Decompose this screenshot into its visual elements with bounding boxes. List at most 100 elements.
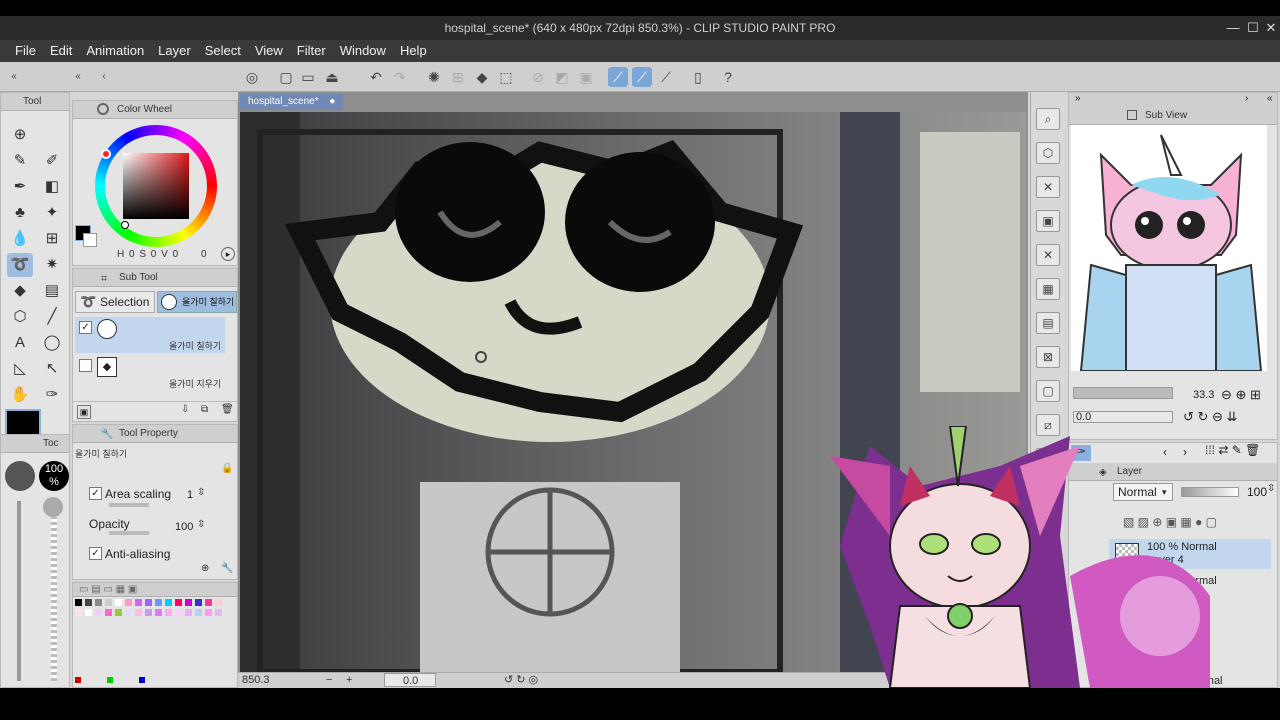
invert-selection-icon[interactable]: ◩ [552, 67, 572, 87]
clear-icon[interactable]: ✺ [424, 67, 444, 87]
area-scaling-checkbox[interactable]: ✓ [89, 487, 102, 500]
sparkle-tool-icon[interactable]: ✦ [39, 201, 65, 225]
palette-swatch[interactable] [135, 609, 142, 616]
fill-icon[interactable]: ◆ [472, 67, 492, 87]
zoom-in-icon[interactable]: + [346, 673, 352, 688]
pen-tool-icon[interactable]: ✎ [7, 149, 33, 173]
sub-tool-item-check[interactable]: ✓ [79, 321, 92, 334]
palette-swatch[interactable] [105, 599, 112, 606]
snap-ruler-icon[interactable]: ⟋ [608, 67, 628, 87]
area-scaling-value[interactable]: 1 [187, 489, 193, 501]
opacity-stepper[interactable]: ⇳ [197, 519, 205, 530]
navigator-icon[interactable]: ✕ [1036, 176, 1060, 198]
zoom-value[interactable]: 850.3 [242, 673, 270, 688]
palette-swatch[interactable] [155, 599, 162, 606]
palette-swatch[interactable] [215, 609, 222, 616]
brush-tool-icon[interactable]: ✒ [7, 175, 33, 199]
palette-swatch[interactable] [145, 599, 152, 606]
palette-swatch[interactable] [75, 599, 82, 606]
collapse-panel-icon[interactable]: « [68, 67, 88, 87]
timeline-icon[interactable]: ▢ [1036, 380, 1060, 402]
palette-swatch[interactable] [135, 599, 142, 606]
layer-search-icon[interactable]: ✕ [1036, 244, 1060, 266]
palette-swatch[interactable] [85, 609, 92, 616]
hue-ring[interactable] [95, 125, 217, 247]
palette-swatch[interactable] [205, 609, 212, 616]
eraser-tool-icon[interactable]: ◧ [39, 175, 65, 199]
eyedropper-tool-icon[interactable]: ✑ [39, 383, 65, 407]
area-scaling-slider[interactable] [109, 503, 149, 507]
opacity-value[interactable]: 100 [175, 521, 193, 533]
lasso-tool-icon[interactable]: ➰ [7, 253, 33, 277]
open-file-icon[interactable]: ▭ [298, 67, 318, 87]
material-icon[interactable]: ⬡ [1036, 142, 1060, 164]
undo-icon[interactable]: ↶ [366, 67, 386, 87]
sub-tool-settings-icon[interactable]: ▣ [77, 405, 91, 419]
help-icon[interactable]: ? [718, 67, 738, 87]
search-icon[interactable]: ⌕ [1036, 108, 1060, 130]
blend-tool-icon[interactable]: 💧 [7, 227, 33, 251]
opacity-slider-handle[interactable] [43, 497, 63, 517]
palette-swatch[interactable] [95, 609, 102, 616]
copy-icon[interactable]: ⧉ [201, 404, 208, 415]
palette-swatch[interactable] [175, 599, 182, 606]
transform-icon[interactable]: ⬚ [496, 67, 516, 87]
layer-opacity-stepper[interactable]: ⇳ [1267, 483, 1275, 494]
sub-view-zoom-value[interactable]: 33.3 [1193, 389, 1214, 401]
move-tool-icon[interactable]: ⊕ [7, 123, 33, 147]
sub-view-angle-value[interactable]: 0.0 [1073, 411, 1173, 423]
menu-filter[interactable]: Filter [290, 40, 333, 62]
deselect-icon[interactable]: ⊘ [528, 67, 548, 87]
sub-tool-item[interactable]: ◆ 올가미 지우기 [75, 355, 225, 391]
close-button[interactable]: ✕ [1260, 16, 1280, 40]
sub-tool-group-selection[interactable]: ➰ Selection [75, 291, 155, 313]
palette-swatch[interactable] [165, 599, 172, 606]
document-tab[interactable]: hospital_scene* ● [240, 94, 344, 110]
hand-tool-icon[interactable]: ✋ [7, 383, 33, 407]
grid-view-icon[interactable]: ⁞⁞⁞ ⇄ ✎ 🗑 [1205, 443, 1260, 457]
wrench-icon[interactable]: 🔧 [221, 563, 233, 574]
palette-swatch[interactable] [145, 609, 152, 616]
palette-swatch[interactable] [195, 609, 202, 616]
color-picker-handle[interactable] [121, 221, 129, 229]
menu-window[interactable]: Window [333, 40, 393, 62]
saturation-value-square[interactable] [123, 153, 189, 219]
palette-swatch[interactable] [95, 599, 102, 606]
menu-view[interactable]: View [248, 40, 290, 62]
color-palette[interactable] [73, 597, 233, 637]
tablet-icon[interactable]: ▯ [688, 67, 708, 87]
collapse-right-icon[interactable]: » [1075, 93, 1081, 104]
collapse-far-right-icon[interactable]: « [1267, 93, 1273, 104]
show-selection-icon[interactable]: ▣ [576, 67, 596, 87]
minimize-button[interactable]: — [1222, 16, 1244, 40]
fill-tool-icon[interactable]: ◆ [7, 279, 33, 303]
brush-size-slider-track[interactable] [17, 501, 21, 681]
snap-special-ruler-icon[interactable]: ⟋ [632, 67, 652, 87]
decoration-tool-icon[interactable]: ♣ [7, 201, 33, 225]
rotate-reset-icon[interactable]: ↺ ↻ ◎ [504, 673, 538, 688]
trash-icon[interactable]: 🗑 [221, 404, 234, 415]
save-icon[interactable]: ⏏ [322, 67, 342, 87]
brush-size-value[interactable]: 100 % [39, 461, 69, 491]
redo-icon[interactable]: ↷ [390, 67, 410, 87]
download-icon[interactable]: ⇩ [181, 404, 189, 415]
menu-help[interactable]: Help [393, 40, 434, 62]
menu-select[interactable]: Select [198, 40, 248, 62]
palette-swatch[interactable] [215, 599, 222, 606]
sub-view-image[interactable] [1071, 125, 1267, 371]
sub-tool-item-check[interactable] [79, 359, 92, 372]
layer-opacity-value[interactable]: 100 [1247, 485, 1267, 499]
hue-picker-handle[interactable] [101, 149, 111, 159]
pencil-tool-icon[interactable]: ✐ [39, 149, 65, 173]
anti-aliasing-checkbox[interactable]: ✓ [89, 547, 102, 560]
rotate-icons[interactable]: ↺ ↻ ⊖ ⇊ [1183, 409, 1237, 425]
line-tool-icon[interactable]: ╱ [39, 305, 65, 329]
palette-swatch[interactable] [75, 609, 82, 616]
palette-swatch[interactable] [175, 609, 182, 616]
object-tool-icon[interactable]: ↖ [39, 357, 65, 381]
menu-file[interactable]: File [8, 40, 43, 62]
figure-tool-icon[interactable]: ⬡ [7, 305, 33, 329]
gradient-tool-icon[interactable]: ▤ [39, 279, 65, 303]
chevron-left-icon[interactable]: ‹ [94, 67, 114, 87]
menu-layer[interactable]: Layer [151, 40, 198, 62]
